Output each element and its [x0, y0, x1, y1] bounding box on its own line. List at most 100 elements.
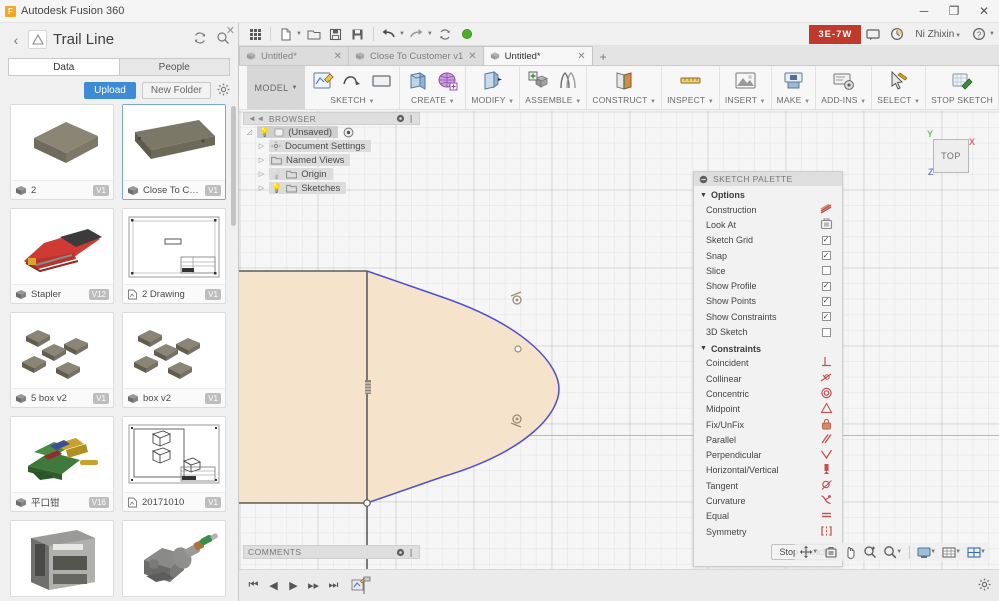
comments-expand-icon[interactable]: ❙	[408, 548, 415, 557]
3d-print-icon[interactable]	[780, 69, 806, 94]
expand-arrow-icon[interactable]: ▷	[257, 184, 266, 192]
play-button[interactable]: ▶	[285, 577, 302, 594]
offset-plane-icon[interactable]	[611, 69, 637, 94]
rectangle-icon[interactable]	[368, 69, 394, 94]
close-tab-icon[interactable]: ✕	[468, 51, 476, 62]
ribbon-group-label[interactable]: INSPECT ▼	[667, 95, 714, 105]
upload-button[interactable]: Upload	[84, 82, 136, 99]
refresh-icon[interactable]	[193, 31, 207, 48]
ribbon-group-label[interactable]: ADD-INS ▼	[821, 95, 866, 105]
tangent-icon[interactable]	[820, 479, 833, 493]
spline-icon[interactable]	[339, 69, 365, 94]
step-back-button[interactable]: ◀	[265, 577, 282, 594]
palette-row[interactable]: Tangent	[694, 478, 842, 493]
collapse-left-icon[interactable]: ◄◄	[248, 114, 265, 123]
palette-row[interactable]: Slice	[694, 263, 842, 278]
palette-row[interactable]: Show Profile✓	[694, 278, 842, 293]
checkbox[interactable]: ✓	[822, 297, 831, 306]
midpoint-icon[interactable]	[820, 402, 833, 416]
stop-sketch-icon[interactable]	[949, 69, 975, 94]
palette-row[interactable]: Midpoint	[694, 402, 842, 417]
browser-expand-icon[interactable]: ❙	[408, 114, 415, 123]
ribbon-group-label[interactable]: CREATE ▼	[411, 95, 455, 105]
chevron-down-icon[interactable]: ▼	[989, 31, 995, 37]
perpendicular-icon[interactable]	[820, 448, 833, 462]
expand-arrow-icon[interactable]: ▷	[257, 170, 266, 178]
zoom-icon[interactable]	[861, 544, 879, 560]
minimize-icon[interactable]: ─	[909, 0, 939, 23]
parallel-icon[interactable]	[820, 433, 833, 447]
browser-node-chip[interactable]: 💡Sketches	[269, 182, 346, 194]
view-cube[interactable]: TOP Y X Z	[925, 129, 981, 185]
checkbox[interactable]: ✓	[822, 236, 831, 245]
back-button[interactable]: ‹	[8, 32, 24, 48]
browser-root-chip[interactable]: 💡 (Unsaved)	[257, 126, 338, 138]
help-icon[interactable]: ?	[967, 23, 991, 46]
expand-arrow-icon[interactable]: ▷	[257, 142, 266, 150]
go-to-end-button[interactable]: ⏭	[325, 577, 342, 594]
create-sketch-icon[interactable]	[310, 69, 336, 94]
palette-row[interactable]: Symmetry	[694, 524, 842, 539]
look-at-icon[interactable]	[822, 545, 840, 560]
palette-row[interactable]: Construction	[694, 202, 842, 217]
browser-node-chip[interactable]: Document Settings	[269, 140, 371, 152]
open-icon[interactable]	[304, 25, 324, 44]
palette-row[interactable]: 3D Sketch	[694, 324, 842, 339]
browser-root-row[interactable]: ◿ 💡 (Unsaved)	[243, 125, 420, 139]
palette-section-header[interactable]: ▼Constraints	[694, 340, 842, 356]
job-status-icon[interactable]	[457, 25, 477, 44]
browser-node[interactable]: ▷ 💡Origin	[243, 167, 420, 181]
joint-icon[interactable]	[555, 69, 581, 94]
checkbox[interactable]	[822, 266, 831, 275]
tab-people[interactable]: People	[119, 58, 231, 76]
insert-mcmaster-icon[interactable]	[732, 69, 758, 94]
browser-node-chip[interactable]: 💡Origin	[269, 168, 333, 180]
clock-icon[interactable]	[885, 23, 909, 46]
palette-row[interactable]: Parallel	[694, 432, 842, 447]
comments-settings-icon[interactable]	[396, 548, 405, 557]
form-icon[interactable]	[434, 69, 460, 94]
activate-component-icon[interactable]	[343, 127, 354, 138]
step-forward-button[interactable]: ▸▸	[305, 577, 322, 594]
chevron-down-icon[interactable]: ▼	[399, 31, 405, 37]
lightbulb-off-icon[interactable]: 💡	[271, 169, 282, 180]
new-component-icon[interactable]	[526, 69, 552, 94]
ribbon-group-label[interactable]: INSERT ▼	[725, 95, 766, 105]
file-card[interactable]	[122, 520, 226, 597]
chevron-down-icon[interactable]: ▼	[427, 31, 433, 37]
undo-icon[interactable]	[379, 25, 399, 44]
workspace-selector[interactable]: MODEL ▼	[247, 66, 305, 109]
sketch-feature-marker[interactable]	[350, 576, 372, 596]
ribbon-group-label[interactable]: ASSEMBLE ▼	[525, 95, 581, 105]
file-card[interactable]: Stapler V12	[10, 208, 114, 304]
close-tab-icon[interactable]: ✕	[334, 51, 342, 62]
user-menu[interactable]: Ni Zhixin ▼	[909, 29, 967, 40]
palette-close-icon[interactable]	[699, 175, 708, 184]
orbit-icon[interactable]: ▼	[797, 544, 820, 560]
checkbox[interactable]: ✓	[822, 312, 831, 321]
fix-unfix-icon[interactable]	[820, 418, 833, 432]
browser-node-chip[interactable]: Named Views	[269, 154, 350, 166]
hours-badge[interactable]: 3E-7W	[809, 25, 861, 44]
ribbon-group-label[interactable]: SKETCH ▼	[330, 95, 374, 105]
data-panel-scrollbar[interactable]	[231, 106, 236, 226]
measure-icon[interactable]	[677, 69, 703, 94]
new-tab-button[interactable]: +	[592, 50, 615, 65]
tab-data[interactable]: Data	[8, 58, 119, 76]
concentric-icon[interactable]	[820, 387, 833, 401]
timeline-settings-icon[interactable]	[978, 578, 999, 594]
document-tab[interactable]: Untitled* ✕	[483, 46, 593, 65]
redo-icon[interactable]	[407, 25, 427, 44]
scripts-addins-icon[interactable]	[831, 69, 857, 94]
palette-row[interactable]: Perpendicular	[694, 447, 842, 462]
new-folder-button[interactable]: New Folder	[142, 82, 211, 99]
maximize-icon[interactable]: ❐	[939, 0, 969, 23]
file-card[interactable]: 5 box v2 V1	[10, 312, 114, 408]
refresh-icon[interactable]	[435, 25, 455, 44]
expand-arrow-icon[interactable]: ◿	[245, 128, 254, 136]
save-icon[interactable]	[326, 25, 346, 44]
document-tab[interactable]: Untitled* ✕	[239, 46, 349, 65]
chat-icon[interactable]	[861, 23, 885, 46]
equal-icon[interactable]	[820, 509, 833, 523]
close-icon[interactable]: ✕	[969, 0, 999, 23]
